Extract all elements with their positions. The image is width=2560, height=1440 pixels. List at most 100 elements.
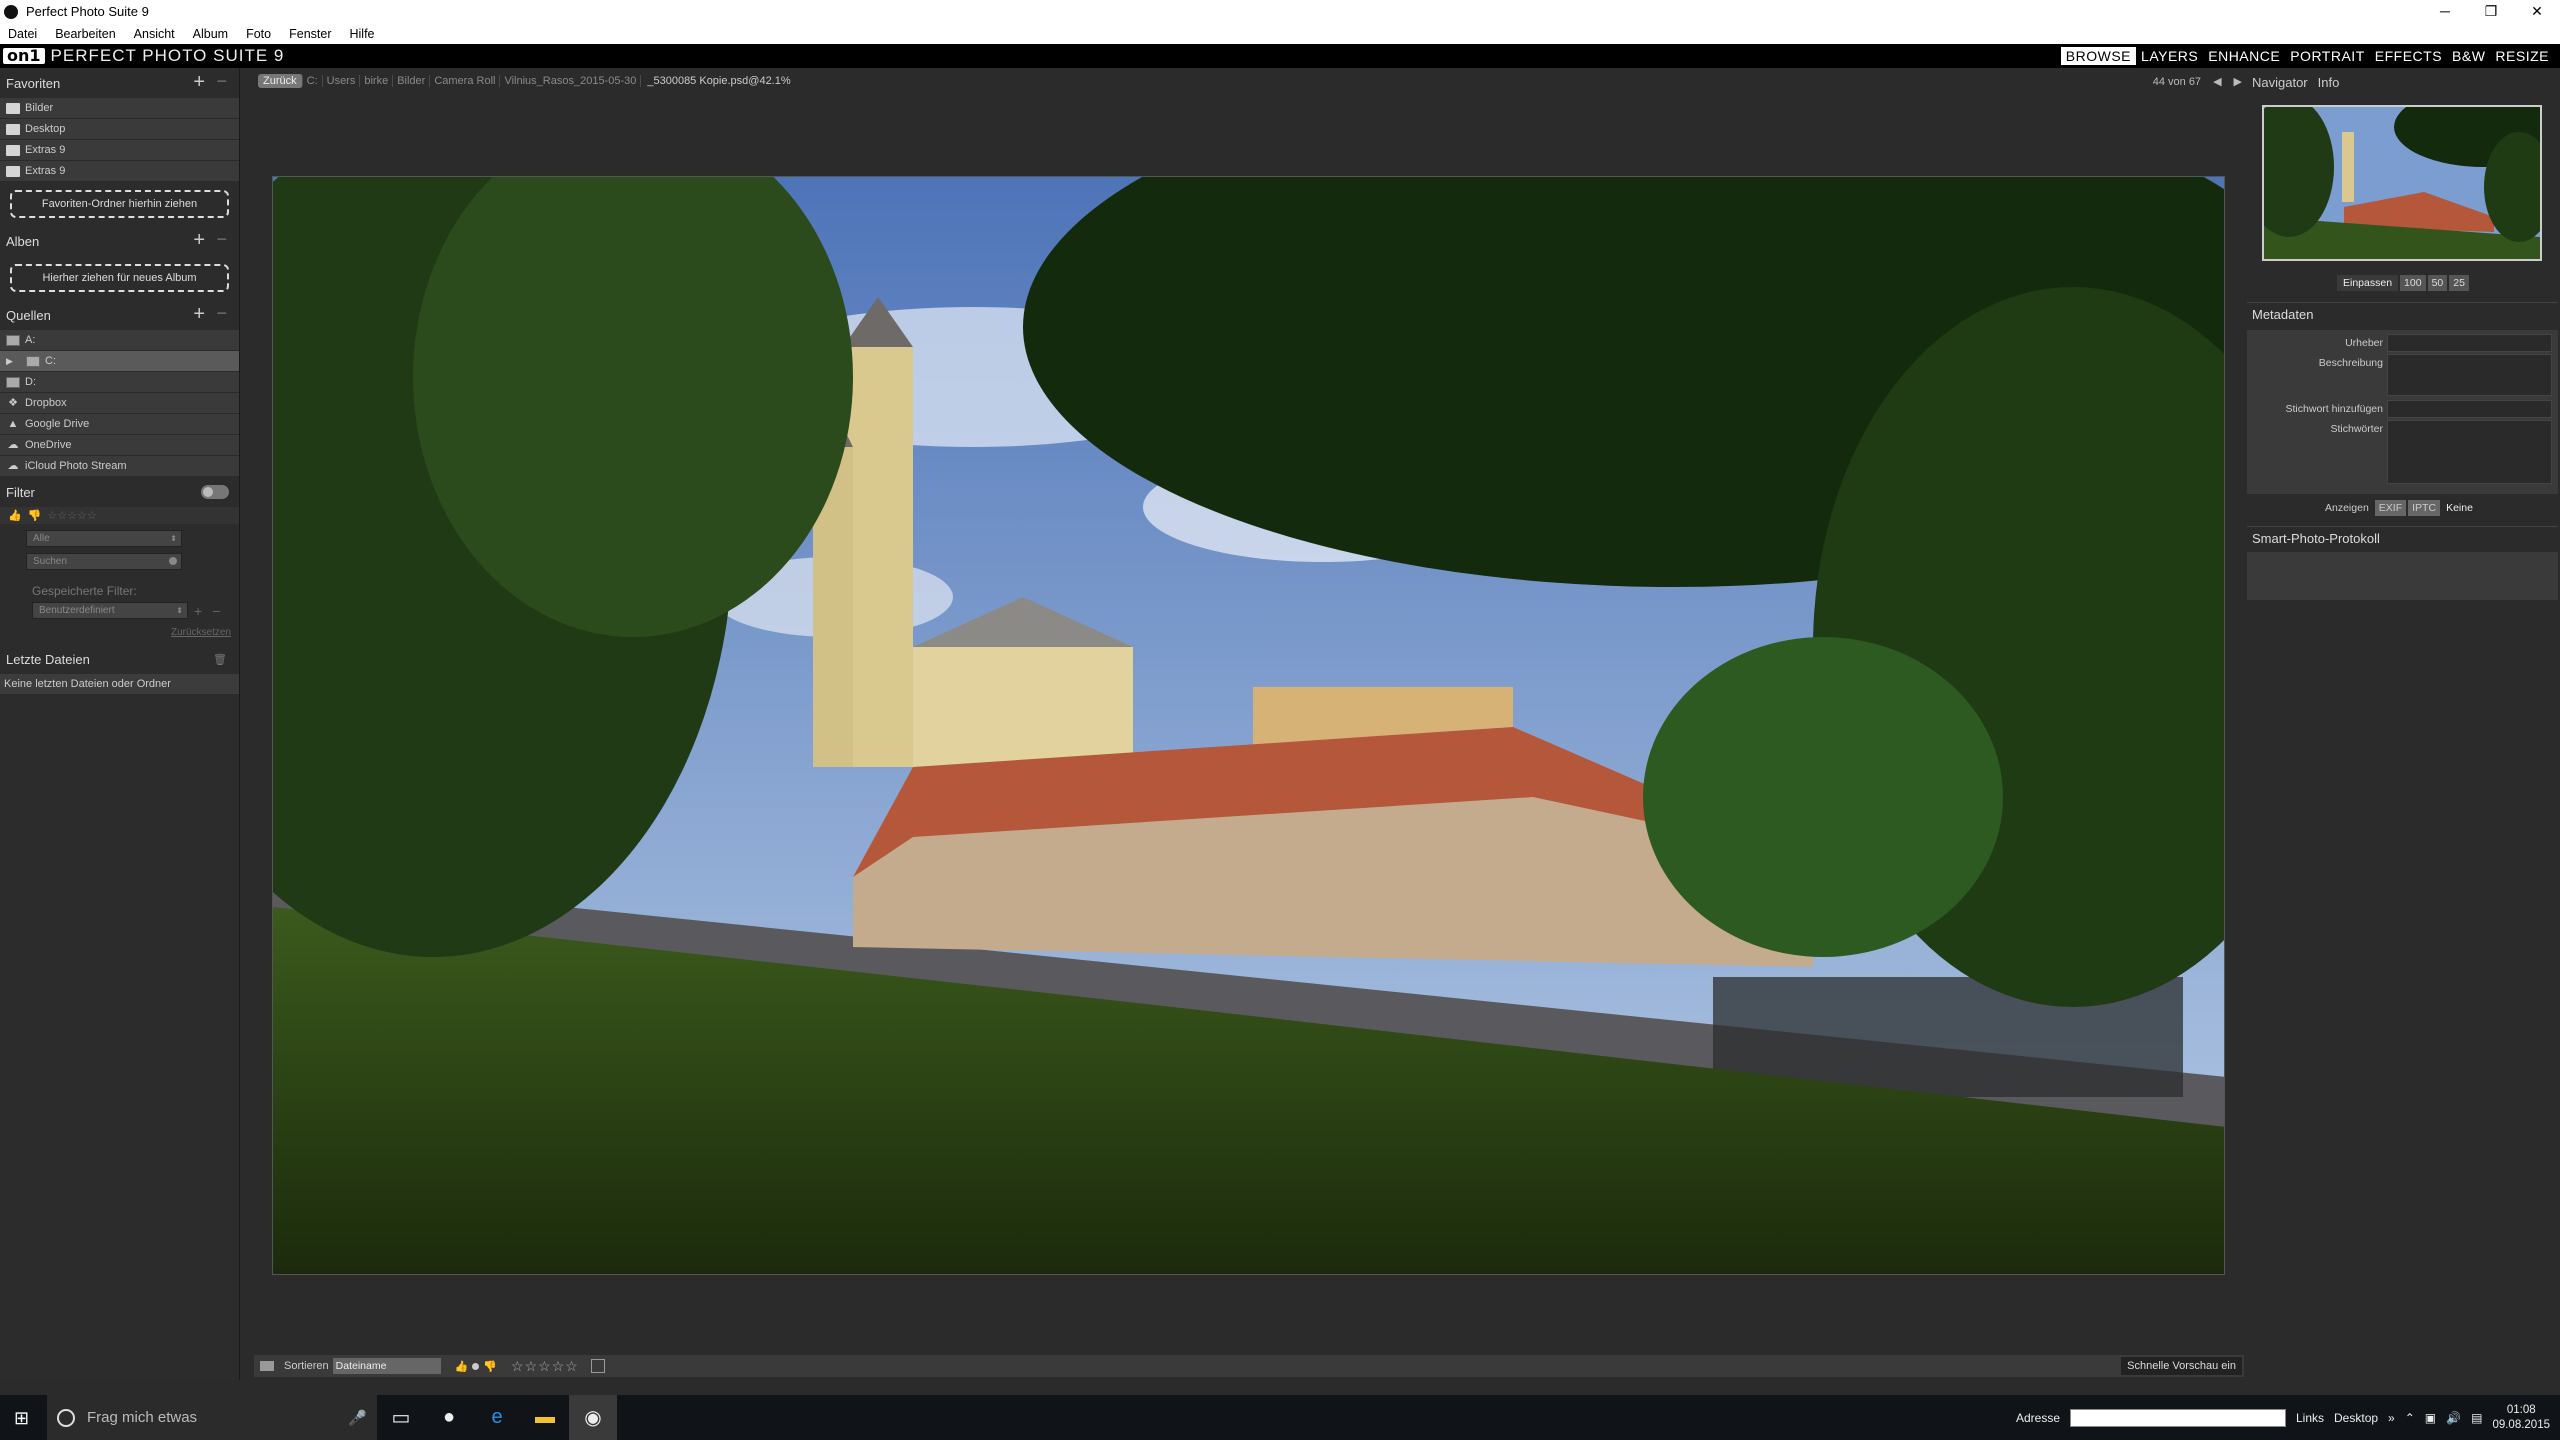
show-exif-button[interactable]: EXIF	[2374, 500, 2407, 516]
saved-filter-select[interactable]: Benutzerdefiniert ⬍	[32, 602, 188, 619]
star-icon[interactable]: ☆☆☆☆☆	[47, 509, 96, 522]
remove-source-icon[interactable]: −	[216, 303, 227, 324]
neutral-icon[interactable]	[472, 1362, 480, 1370]
favorite-item[interactable]: Desktop	[0, 119, 239, 140]
source-item[interactable]: ▲ Google Drive	[0, 414, 239, 435]
color-label-icon[interactable]	[590, 1359, 605, 1373]
close-button[interactable]: ✕	[2514, 0, 2560, 23]
quick-preview-button[interactable]: Schnelle Vorschau ein	[2121, 1357, 2242, 1375]
add-filter-icon[interactable]: +	[194, 603, 202, 619]
main-image[interactable]	[272, 176, 2225, 1275]
add-album-icon[interactable]: +	[193, 229, 205, 252]
address-input[interactable]	[2070, 1408, 2286, 1427]
filter-toggle[interactable]	[201, 485, 229, 499]
microphone-icon[interactable]: 🎤	[348, 1409, 367, 1427]
filter-select[interactable]: Alle ⬍	[26, 530, 182, 547]
links-toolbar[interactable]: Links	[2296, 1411, 2324, 1425]
perfect-photo-suite-taskbar-icon[interactable]: ◉	[569, 1395, 617, 1440]
add-favorite-icon[interactable]: +	[193, 71, 205, 94]
breadcrumb-item[interactable]: birke	[360, 75, 394, 87]
source-item[interactable]: D:	[0, 372, 239, 393]
zoom-100-button[interactable]: 100	[2400, 275, 2426, 291]
breadcrumb-item[interactable]: Camera Roll	[430, 75, 501, 87]
desktop-toolbar[interactable]: Desktop	[2334, 1411, 2378, 1425]
like-icon[interactable]: 👍	[8, 509, 22, 522]
navigator-thumbnail[interactable]	[2262, 105, 2542, 261]
breadcrumb-item[interactable]: Vilnius_Rasos_2015-05-30	[500, 75, 642, 87]
menu-fenster[interactable]: Fenster	[289, 27, 331, 41]
tab-info[interactable]: Info	[2318, 75, 2340, 90]
tab-navigator[interactable]: Navigator	[2252, 75, 2308, 90]
dislike-icon[interactable]: 👎	[483, 1360, 497, 1373]
meta-keywords-field[interactable]	[2387, 420, 2552, 484]
sort-select[interactable]: Dateiname	[332, 1358, 441, 1374]
tab-resize[interactable]: RESIZE	[2490, 47, 2554, 65]
tab-layers[interactable]: LAYERS	[2136, 47, 2203, 65]
trash-icon[interactable]: 🗑	[213, 653, 227, 666]
breadcrumb-item[interactable]: Bilder	[393, 75, 431, 87]
minimize-button[interactable]: ─	[2422, 0, 2468, 23]
meta-author-field[interactable]	[2387, 334, 2552, 352]
breadcrumb-item[interactable]: C:	[303, 75, 323, 87]
clock[interactable]: 01:08 09.08.2015	[2492, 1403, 2550, 1433]
zoom-fit-button[interactable]: Einpassen	[2337, 275, 2399, 291]
tab-portrait[interactable]: PORTRAIT	[2285, 47, 2370, 65]
edge-icon[interactable]: e	[473, 1395, 521, 1440]
favorite-item[interactable]: Extras 9	[0, 161, 239, 182]
favorite-item[interactable]: Bilder	[0, 98, 239, 119]
zoom-25-button[interactable]: 25	[2449, 275, 2469, 291]
tab-bw[interactable]: B&W	[2447, 47, 2490, 65]
prev-image-icon[interactable]: ◀	[2213, 75, 2221, 88]
notification-icon[interactable]: ▤	[2471, 1411, 2482, 1425]
menu-album[interactable]: Album	[193, 27, 228, 41]
app-icon[interactable]: ●	[425, 1395, 473, 1440]
tray-expand-icon[interactable]: ⌃	[2405, 1411, 2415, 1425]
source-item[interactable]: ☁ iCloud Photo Stream	[0, 456, 239, 477]
menu-datei[interactable]: Datei	[8, 27, 37, 41]
tab-effects[interactable]: EFFECTS	[2370, 47, 2447, 65]
menu-hilfe[interactable]: Hilfe	[350, 27, 375, 41]
show-iptc-button[interactable]: IPTC	[2408, 500, 2441, 516]
menu-ansicht[interactable]: Ansicht	[134, 27, 175, 41]
next-image-icon[interactable]: ▶	[2234, 75, 2242, 88]
filter-reset-link[interactable]: Zurücksetzen	[0, 627, 239, 638]
google-drive-icon: ▲	[7, 417, 19, 430]
taskbar-search[interactable]: Frag mich etwas 🎤	[47, 1395, 377, 1440]
albums-dropzone[interactable]: Hierher ziehen für neues Album	[10, 264, 229, 292]
meta-description-field[interactable]	[2387, 354, 2552, 396]
meta-add-keyword-field[interactable]	[2387, 400, 2552, 418]
dislike-icon[interactable]: 👎	[28, 509, 42, 522]
star-rating-icon[interactable]: ☆☆☆☆☆	[511, 1358, 579, 1375]
favorites-dropzone[interactable]: Favoriten-Ordner hierhin ziehen	[10, 190, 229, 218]
favorite-item[interactable]: Extras 9	[0, 140, 239, 161]
source-item[interactable]: ❖ Dropbox	[0, 393, 239, 414]
menu-bearbeiten[interactable]: Bearbeiten	[55, 27, 115, 41]
back-button[interactable]: Zurück	[258, 74, 303, 88]
zoom-50-button[interactable]: 50	[2427, 275, 2448, 291]
task-view-icon[interactable]: ▭	[377, 1395, 425, 1440]
expand-arrow-icon[interactable]: ▶	[6, 356, 13, 367]
file-explorer-icon[interactable]: ▬	[521, 1395, 569, 1440]
chevron-icon[interactable]: »	[2388, 1411, 2395, 1425]
maximize-button[interactable]: ❐	[2468, 0, 2514, 23]
grid-view-icon[interactable]	[260, 1361, 274, 1371]
source-item[interactable]: ▶ C:	[0, 351, 239, 372]
like-icon[interactable]: 👍	[455, 1360, 469, 1373]
source-label: C:	[45, 355, 56, 367]
tab-browse[interactable]: BROWSE	[2060, 47, 2137, 65]
menu-foto[interactable]: Foto	[246, 27, 271, 41]
windows-start-icon[interactable]: ⊞	[14, 1408, 29, 1429]
filter-search-input[interactable]: Suchen	[26, 553, 182, 570]
search-clear-icon[interactable]	[169, 557, 177, 565]
network-icon[interactable]: ▣	[2425, 1411, 2436, 1425]
remove-favorite-icon[interactable]: −	[216, 71, 227, 92]
show-none-button[interactable]: Keine	[2442, 500, 2477, 516]
source-item[interactable]: ☁ OneDrive	[0, 435, 239, 456]
remove-filter-icon[interactable]: −	[212, 603, 220, 619]
tab-enhance[interactable]: ENHANCE	[2203, 47, 2285, 65]
breadcrumb-item[interactable]: Users	[323, 75, 361, 87]
add-source-icon[interactable]: +	[193, 303, 205, 326]
source-item[interactable]: A:	[0, 330, 239, 351]
volume-icon[interactable]: 🔊	[2446, 1411, 2461, 1425]
remove-album-icon[interactable]: −	[216, 229, 227, 250]
